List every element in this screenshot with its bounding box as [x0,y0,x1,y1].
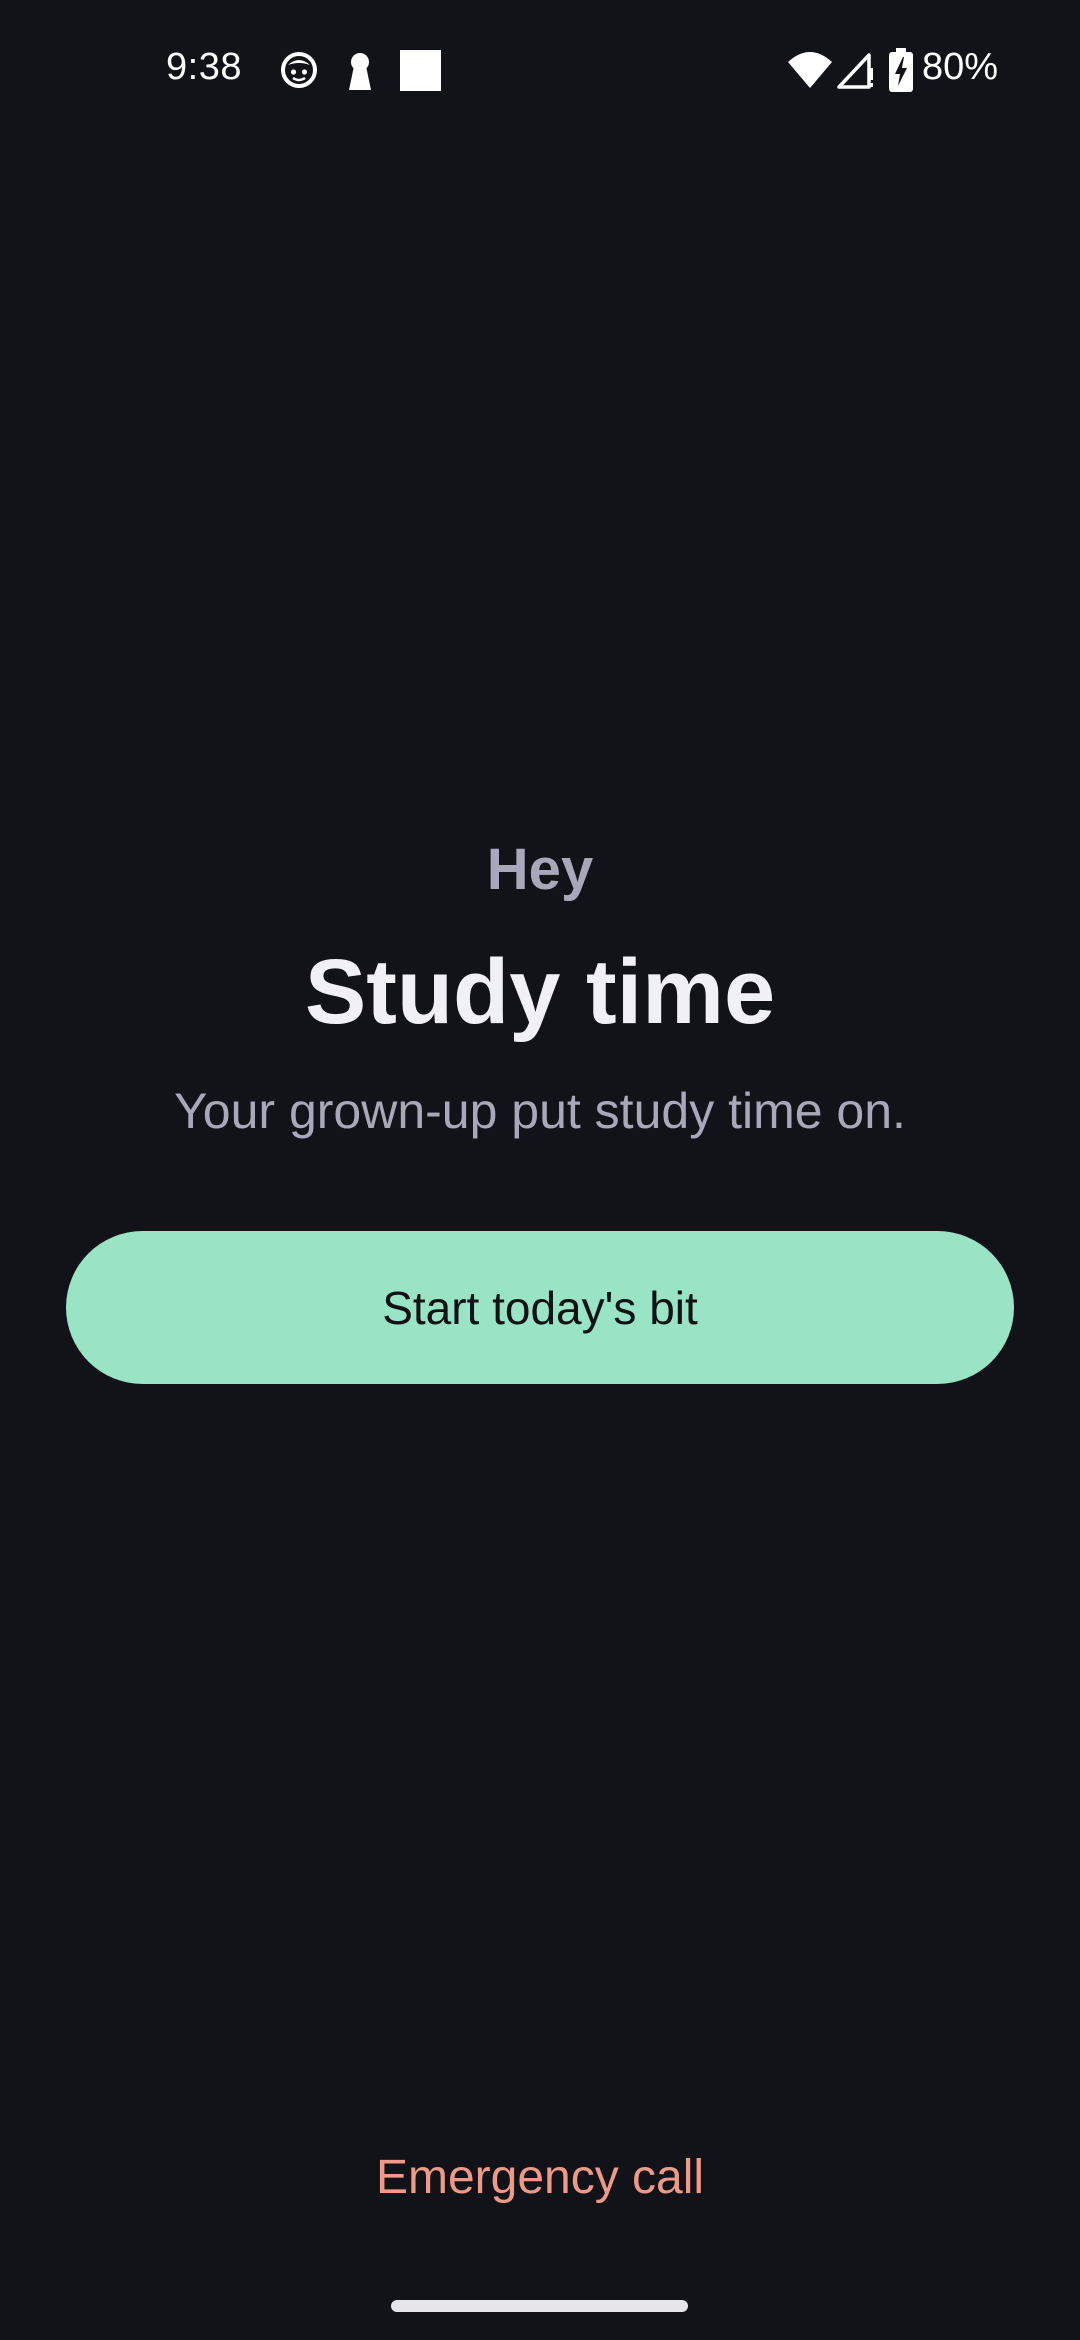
status-bar: 9:38 80% [0,0,1080,140]
greeting-text: Hey [486,837,594,902]
start-todays-bit-button[interactable]: Start today's bit [66,1231,1014,1384]
battery-charging-icon [889,48,913,92]
square-notification-icon [400,50,441,91]
wifi-icon [788,52,832,88]
keyhole-icon [349,53,371,90]
status-time: 9:38 [166,46,242,88]
emergency-call-button[interactable]: Emergency call [0,2150,1080,2205]
battery-percent: 80% [922,46,999,88]
page-title: Study time [304,941,776,1043]
cell-signal-icon [837,53,873,89]
subtitle-text: Your grown-up put study time on. [174,1083,906,1139]
notification-face-icon [281,52,317,88]
gesture-nav-handle[interactable] [391,2300,688,2312]
lock-screen: 9:38 80% Hey Study time Your grown-up pu… [0,0,1080,2340]
